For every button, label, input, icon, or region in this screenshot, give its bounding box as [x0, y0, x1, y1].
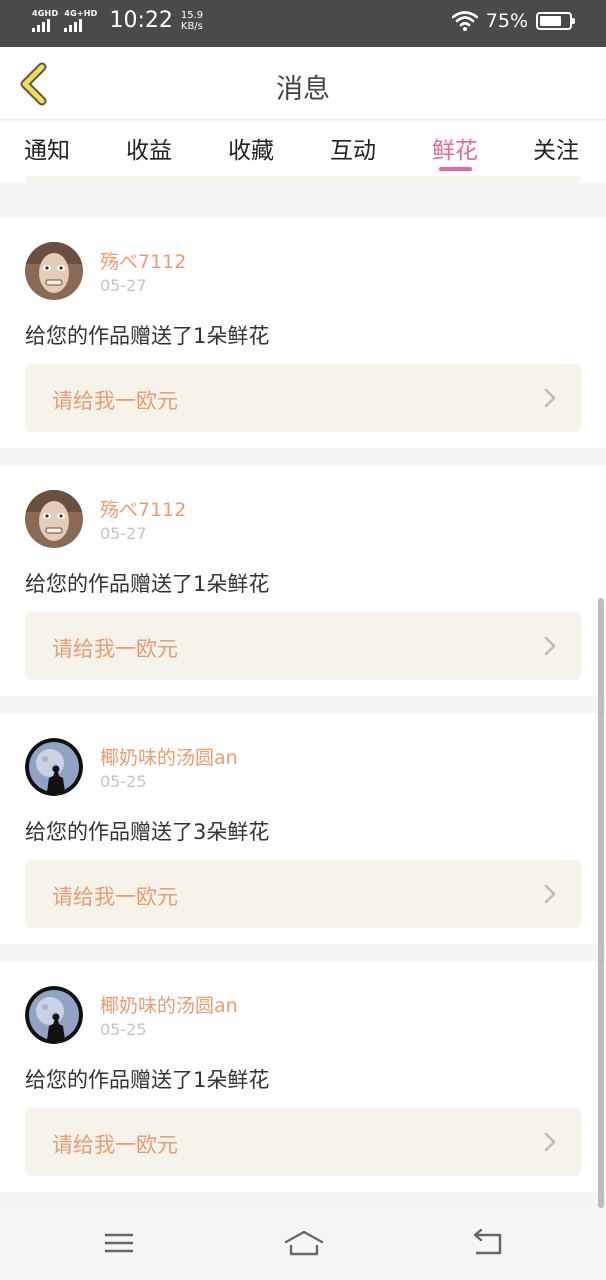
active-tab-indicator: [439, 167, 472, 171]
wifi-icon: [451, 11, 478, 31]
battery-percent: 75%: [485, 10, 528, 32]
message-date: 05-25: [100, 772, 147, 791]
user-name[interactable]: 殇べ7112: [100, 495, 186, 522]
user-name[interactable]: 椰奶味的汤圆an: [100, 991, 238, 1018]
reply-box[interactable]: 请给我一欧元: [25, 612, 581, 680]
back-arrow-icon[interactable]: [470, 1228, 506, 1258]
avatar[interactable]: [25, 242, 83, 300]
sim1-signal: 4GHD: [32, 9, 58, 32]
home-icon[interactable]: [283, 1228, 325, 1258]
message-text: 给您的作品赠送了1朵鲜花: [25, 572, 270, 596]
tab-earnings[interactable]: 收益: [126, 131, 172, 165]
reply-box[interactable]: 请给我一欧元: [25, 364, 581, 432]
reply-text: 请给我一欧元: [52, 389, 178, 413]
signal-bars-icon: [64, 19, 83, 32]
reply-box[interactable]: 请给我一欧元: [25, 860, 581, 928]
chevron-right-icon: [544, 884, 556, 904]
message-date: 05-25: [100, 1020, 147, 1039]
sim2-signal: 4G+HD: [64, 9, 97, 32]
tab-notifications[interactable]: 通知: [24, 131, 70, 165]
status-bar: 4GHD 4G+HD 10:22 15.9 KB/s 75%: [0, 0, 606, 47]
chevron-right-icon: [544, 636, 556, 656]
menu-icon[interactable]: [101, 1228, 137, 1258]
tab-favorites[interactable]: 收藏: [228, 131, 274, 165]
system-nav-bar: [0, 1208, 606, 1280]
message-text: 给您的作品赠送了1朵鲜花: [25, 324, 270, 348]
chevron-right-icon: [544, 1132, 556, 1152]
message-text: 给您的作品赠送了1朵鲜花: [25, 1068, 270, 1092]
message-card: 椰奶味的汤圆an 05-25 给您的作品赠送了1朵鲜花 请给我一欧元: [0, 961, 606, 1192]
reply-box[interactable]: 请给我一欧元: [25, 1108, 581, 1176]
message-card: 椰奶味的汤圆an 05-25 给您的作品赠送了3朵鲜花 请给我一欧元: [0, 713, 606, 944]
user-name[interactable]: 殇べ7112: [100, 247, 186, 274]
battery-icon: [536, 12, 575, 30]
avatar[interactable]: [25, 738, 83, 796]
tab-flowers[interactable]: 鲜花: [432, 131, 478, 165]
avatar[interactable]: [25, 490, 83, 548]
message-date: 05-27: [100, 524, 147, 543]
scrollbar[interactable]: [598, 598, 604, 1208]
reply-text: 请给我一欧元: [52, 885, 178, 909]
message-card: 殇べ7112 05-27 给您的作品赠送了1朵鲜花 请给我一欧元: [0, 465, 606, 696]
tab-interactions[interactable]: 互动: [330, 131, 376, 165]
previous-reply-box-edge: [25, 176, 581, 184]
chevron-right-icon: [544, 388, 556, 408]
clock: 10:22: [109, 8, 173, 33]
user-name[interactable]: 椰奶味的汤圆an: [100, 743, 238, 770]
network-speed: 15.9 KB/s: [180, 9, 204, 32]
message-date: 05-27: [100, 276, 147, 295]
header: 消息: [0, 47, 606, 120]
signal-bars-icon: [32, 19, 50, 32]
tab-bar: 通知 收益 收藏 互动 鲜花 关注: [0, 121, 606, 183]
reply-text: 请给我一欧元: [52, 637, 178, 661]
reply-text: 请给我一欧元: [52, 1133, 178, 1157]
avatar[interactable]: [25, 986, 83, 1044]
page-title: 消息: [276, 74, 330, 105]
message-card: 殇べ7112 05-27 给您的作品赠送了1朵鲜花 请给我一欧元: [0, 217, 606, 448]
message-text: 给您的作品赠送了3朵鲜花: [25, 820, 270, 844]
tab-follows[interactable]: 关注: [533, 131, 579, 165]
